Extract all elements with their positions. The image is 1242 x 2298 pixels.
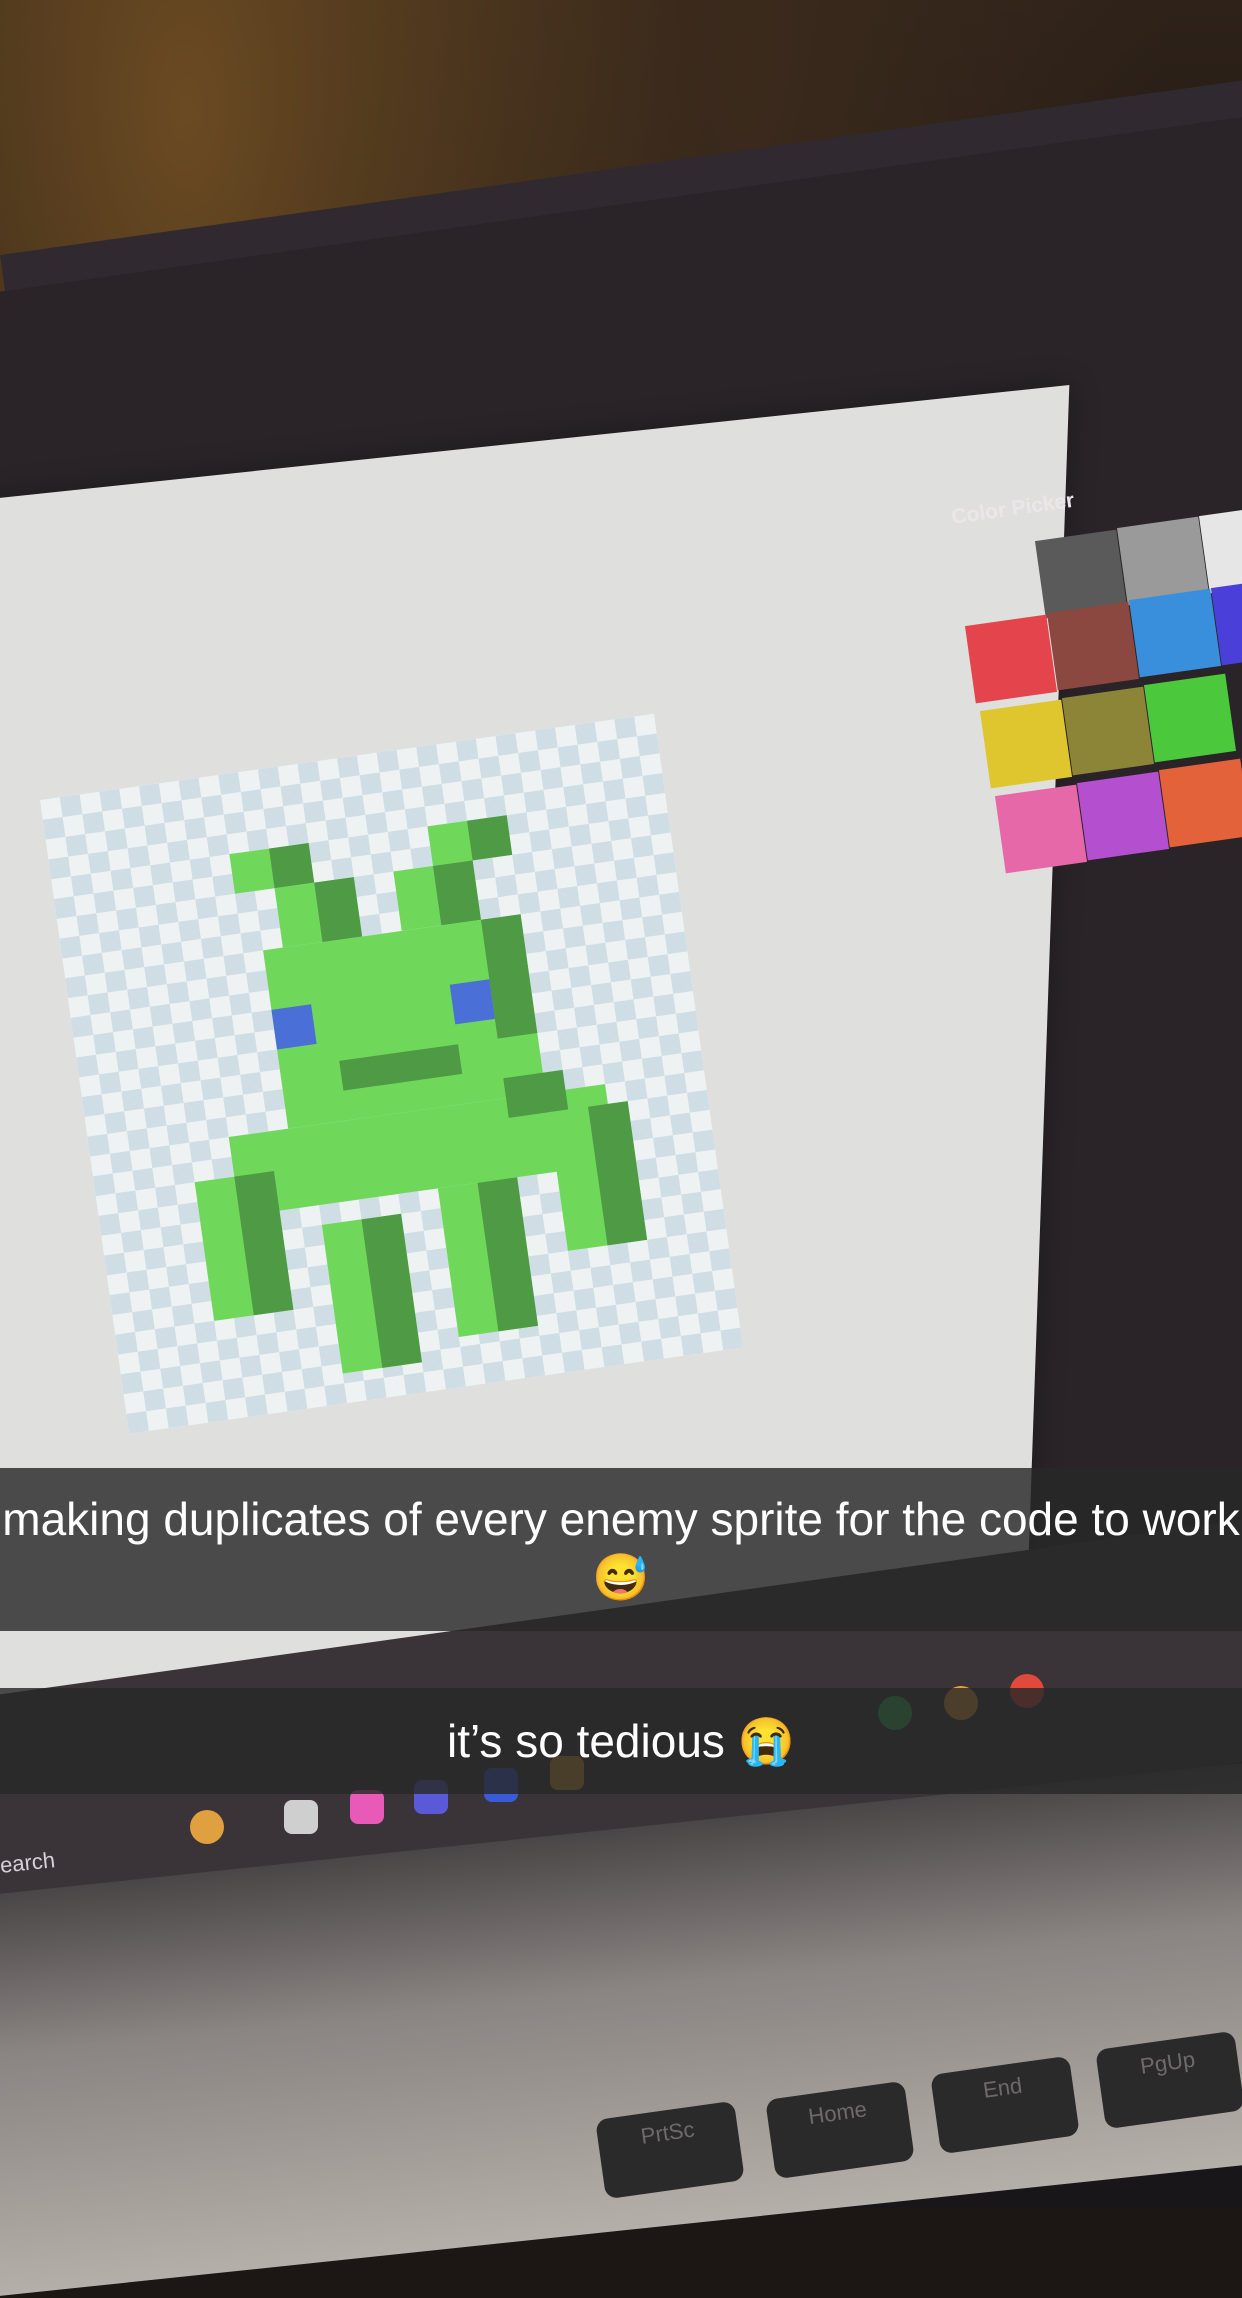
taskbar-app-icon[interactable] [284, 1800, 318, 1834]
color-swatch[interactable] [1143, 673, 1237, 763]
sprite-pixel [467, 815, 513, 861]
caption-text: making duplicates of every enemy sprite … [0, 1468, 1242, 1631]
taskbar-app-icon[interactable] [190, 1810, 224, 1844]
color-swatch[interactable] [1158, 758, 1242, 848]
color-swatch[interactable] [1046, 601, 1140, 691]
taskbar-app-icon[interactable] [350, 1790, 384, 1824]
color-swatch[interactable] [1061, 686, 1155, 776]
sprite-eye-left [271, 1004, 317, 1050]
color-swatch[interactable] [994, 784, 1088, 874]
sprite-editor-grid[interactable] [40, 713, 744, 1434]
sprite-pixel [268, 843, 315, 889]
color-swatch[interactable] [979, 699, 1073, 789]
sprite-eye-right [449, 979, 495, 1025]
sprite-pixel [433, 860, 481, 926]
color-swatch[interactable] [1128, 588, 1222, 678]
color-swatch[interactable] [964, 614, 1058, 704]
color-swatch[interactable] [1076, 771, 1170, 861]
caption-text: it’s so tedious 😭 [0, 1688, 1242, 1794]
sprite-pixel [314, 877, 363, 943]
